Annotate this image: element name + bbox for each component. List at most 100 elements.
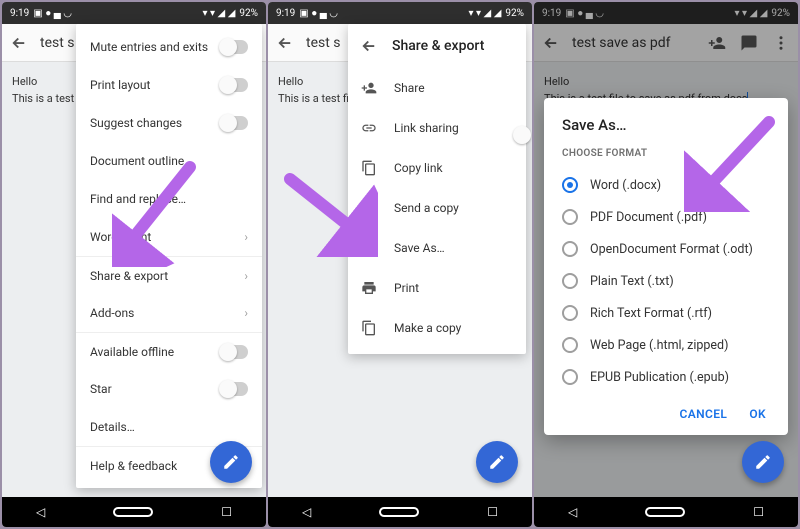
file-copy-icon bbox=[360, 319, 378, 337]
menu-item-word-count[interactable]: Word count › bbox=[76, 218, 262, 256]
format-option-epub-publication-epub[interactable]: EPUB Publication (.epub) bbox=[562, 361, 770, 393]
chevron-right-icon: › bbox=[244, 306, 248, 320]
toggle-switch[interactable] bbox=[220, 116, 248, 130]
dialog-actions: CANCEL OK bbox=[562, 393, 770, 427]
menu-item-label: Print layout bbox=[90, 78, 150, 92]
edit-fab[interactable] bbox=[476, 441, 518, 483]
menu-item-available-offline[interactable]: Available offline bbox=[76, 332, 262, 370]
format-option-label: Web Page (.html, zipped) bbox=[590, 338, 728, 353]
radio-button[interactable] bbox=[562, 273, 578, 289]
radio-button[interactable] bbox=[562, 209, 578, 225]
status-time: 9:19 bbox=[276, 8, 295, 19]
notif-icons: ▣ ● ▄ ◡ bbox=[33, 8, 72, 19]
toggle-switch[interactable] bbox=[220, 78, 248, 92]
link-icon bbox=[360, 119, 378, 137]
nav-back-icon[interactable]: ◁ bbox=[302, 505, 311, 519]
share-item-save-as[interactable]: Save As… bbox=[348, 228, 526, 268]
nav-home-icon[interactable] bbox=[645, 507, 685, 517]
back-icon[interactable] bbox=[8, 32, 30, 54]
format-option-label: Rich Text Format (.rtf) bbox=[590, 306, 712, 321]
status-bar: 9:19▣ ● ▄ ◡ ▾ ▾ ◢ ◢92% bbox=[2, 2, 266, 24]
notif-icons: ▣ ● ▄ ◡ bbox=[299, 8, 338, 19]
radio-button[interactable] bbox=[562, 305, 578, 321]
menu-item-suggest-changes[interactable]: Suggest changes bbox=[76, 104, 262, 142]
format-option-label: Plain Text (.txt) bbox=[590, 274, 674, 289]
menu-item-label: Mute entries and exits bbox=[90, 40, 208, 54]
menu-item-star[interactable]: Star bbox=[76, 370, 262, 408]
nav-recent-icon[interactable]: ☐ bbox=[753, 505, 764, 519]
screenshot-2: 9:19▣ ● ▄ ◡ ▾ ▾ ◢ ◢92% test s Hello This… bbox=[268, 2, 532, 527]
toggle-switch[interactable] bbox=[220, 382, 248, 396]
chevron-right-icon: › bbox=[244, 269, 248, 283]
share-item-label: Send a copy bbox=[394, 201, 459, 215]
print-icon bbox=[360, 279, 378, 297]
dialog-subhead: CHOOSE FORMAT bbox=[562, 148, 770, 159]
nav-back-icon[interactable]: ◁ bbox=[568, 505, 577, 519]
menu-item-find-and-replace[interactable]: Find and replace… bbox=[76, 180, 262, 218]
edit-fab[interactable] bbox=[210, 441, 252, 483]
edit-fab[interactable] bbox=[742, 441, 784, 483]
share-panel-title: Share & export bbox=[392, 38, 484, 54]
radio-button[interactable] bbox=[562, 337, 578, 353]
send-icon bbox=[360, 199, 378, 217]
nav-home-icon[interactable] bbox=[113, 507, 153, 517]
nav-home-icon[interactable] bbox=[379, 507, 419, 517]
nav-recent-icon[interactable]: ☐ bbox=[487, 505, 498, 519]
menu-item-document-outline[interactable]: Document outline bbox=[76, 142, 262, 180]
menu-item-mute-entries-and-exits[interactable]: Mute entries and exits bbox=[76, 28, 262, 66]
menu-item-label: Add-ons bbox=[90, 306, 134, 320]
format-option-label: EPUB Publication (.epub) bbox=[590, 370, 729, 385]
signal-icons: ▾ ▾ ◢ ◢ bbox=[469, 8, 502, 19]
chevron-right-icon: › bbox=[244, 230, 248, 244]
share-item-send-a-copy[interactable]: Send a copy bbox=[348, 188, 526, 228]
back-icon[interactable] bbox=[274, 32, 296, 54]
share-item-label: Share bbox=[394, 81, 425, 95]
toggle-switch[interactable] bbox=[220, 345, 248, 359]
menu-item-label: Find and replace… bbox=[90, 192, 186, 206]
share-item-make-a-copy[interactable]: Make a copy bbox=[348, 308, 526, 348]
menu-item-label: Suggest changes bbox=[90, 116, 182, 130]
format-option-opendocument-format-odt[interactable]: OpenDocument Format (.odt) bbox=[562, 233, 770, 265]
menu-item-print-layout[interactable]: Print layout bbox=[76, 66, 262, 104]
menu-item-label: Star bbox=[90, 382, 112, 396]
cancel-button[interactable]: CANCEL bbox=[679, 407, 727, 421]
share-item-share[interactable]: Share bbox=[348, 68, 526, 108]
toggle-switch[interactable] bbox=[220, 40, 248, 54]
radio-button[interactable] bbox=[562, 241, 578, 257]
format-option-plain-text-txt[interactable]: Plain Text (.txt) bbox=[562, 265, 770, 297]
share-item-label: Save As… bbox=[394, 241, 445, 255]
format-option-label: Word (.docx) bbox=[590, 178, 661, 193]
save-icon bbox=[360, 239, 378, 257]
share-panel-header: Share & export bbox=[348, 24, 526, 68]
nav-back-icon[interactable]: ◁ bbox=[36, 505, 45, 519]
copy-icon bbox=[360, 159, 378, 177]
panel-back-icon[interactable] bbox=[360, 37, 378, 55]
menu-item-label: Available offline bbox=[90, 345, 174, 359]
status-bar: 9:19 ▣ ● ▄ ◡ ▾ ▾ ◢ ◢92% bbox=[268, 2, 532, 24]
format-option-word-docx[interactable]: Word (.docx) bbox=[562, 169, 770, 201]
radio-button[interactable] bbox=[562, 177, 578, 193]
overflow-menu: Mute entries and exits Print layout Sugges… bbox=[76, 24, 262, 488]
menu-item-add-ons[interactable]: Add-ons › bbox=[76, 294, 262, 332]
person-add-icon bbox=[360, 79, 378, 97]
format-option-rich-text-format-rtf[interactable]: Rich Text Format (.rtf) bbox=[562, 297, 770, 329]
ok-button[interactable]: OK bbox=[749, 407, 766, 421]
menu-item-label: Word count bbox=[90, 230, 151, 244]
share-item-print[interactable]: Print bbox=[348, 268, 526, 308]
share-item-copy-link[interactable]: Copy link bbox=[348, 148, 526, 188]
signal-icons: ▾ ▾ ◢ ◢ bbox=[203, 8, 236, 19]
menu-item-label: Details… bbox=[90, 420, 135, 434]
nav-recent-icon[interactable]: ☐ bbox=[221, 505, 232, 519]
share-export-panel: Share & export Share Link sharingCopy lin… bbox=[348, 24, 526, 354]
format-option-web-page-html-zipped[interactable]: Web Page (.html, zipped) bbox=[562, 329, 770, 361]
android-nav-bar: ◁ ☐ bbox=[534, 497, 798, 527]
status-time: 9:19 bbox=[10, 8, 29, 19]
battery-level: 92% bbox=[505, 8, 524, 19]
menu-item-share-export[interactable]: Share & export › bbox=[76, 256, 262, 294]
radio-button[interactable] bbox=[562, 369, 578, 385]
menu-item-label: Share & export bbox=[90, 269, 168, 283]
android-nav-bar: ◁ ☐ bbox=[2, 497, 266, 527]
android-nav-bar: ◁ ☐ bbox=[268, 497, 532, 527]
share-item-link-sharing[interactable]: Link sharing bbox=[348, 108, 526, 148]
format-option-pdf-document-pdf[interactable]: PDF Document (.pdf) bbox=[562, 201, 770, 233]
